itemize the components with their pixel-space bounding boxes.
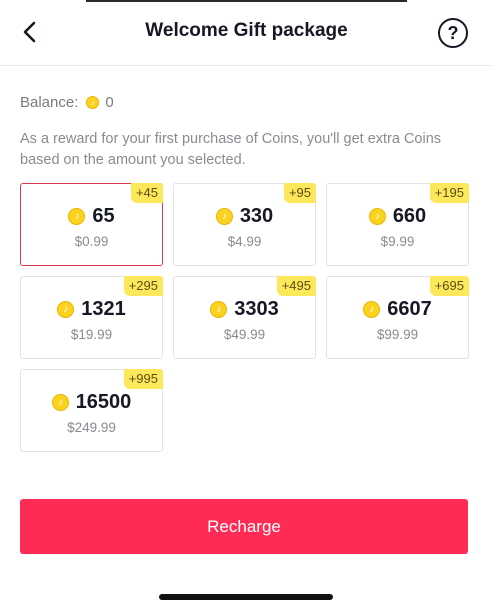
question-circle-icon: ? [447, 22, 459, 43]
coin-amount: 6607 [387, 298, 432, 320]
bonus-badge: +95 [283, 183, 316, 203]
balance-row: Balance: ♪ 0 [20, 92, 114, 112]
package-price: $19.99 [70, 327, 113, 342]
coin-icon: ♪ [86, 95, 100, 109]
coin-icon: ♪ [210, 301, 228, 318]
package-card[interactable]: +95 ♪ 330 $4.99 [173, 183, 316, 266]
coin-icon: ♪ [68, 208, 86, 225]
package-price: $9.99 [380, 234, 415, 249]
help-button[interactable]: ? [438, 18, 468, 48]
coin-amount: 330 [239, 205, 274, 227]
coin-icon: ♪ [368, 208, 386, 225]
bonus-badge: +295 [123, 276, 163, 296]
package-card[interactable]: +195 ♪ 660 $9.99 [326, 183, 469, 266]
package-price: $99.99 [376, 327, 419, 342]
package-card[interactable]: +45 ♪ 65 $0.99 [20, 183, 163, 266]
bonus-badge: +45 [130, 183, 163, 203]
bonus-badge: +695 [429, 276, 469, 296]
coin-amount: 660 [392, 205, 427, 227]
package-price: $0.99 [74, 234, 109, 249]
package-card[interactable]: +295 ♪ 1321 $19.99 [20, 276, 163, 359]
package-card[interactable]: +995 ♪ 16500 $249.99 [20, 369, 163, 452]
coin-icon: ♪ [57, 301, 75, 318]
bonus-badge: +195 [429, 183, 469, 203]
reward-info-text: As a reward for your first purchase of C… [20, 131, 442, 168]
balance-value: 0 [105, 93, 114, 111]
coin-icon: ♪ [363, 301, 381, 318]
package-price: $4.99 [227, 234, 262, 249]
package-card[interactable]: +495 ♪ 3303 $49.99 [173, 276, 316, 359]
page-title: Welcome Gift package [145, 20, 348, 41]
coin-amount: 16500 [75, 391, 132, 413]
coin-amount: 1321 [81, 298, 126, 320]
package-price: $49.99 [223, 327, 266, 342]
coin-icon: ♪ [215, 208, 233, 225]
balance-label: Balance: [20, 93, 79, 111]
home-indicator [159, 594, 333, 600]
recharge-button[interactable]: Recharge [20, 499, 468, 554]
bonus-badge: +995 [123, 369, 163, 389]
bonus-badge: +495 [276, 276, 316, 296]
coin-amount: 3303 [234, 298, 279, 320]
coin-icon: ♪ [51, 394, 69, 411]
package-card[interactable]: +695 ♪ 6607 $99.99 [326, 276, 469, 359]
header: Welcome Gift package ? [0, 0, 493, 66]
coin-amount: 65 [92, 205, 115, 227]
package-price: $249.99 [67, 420, 116, 435]
